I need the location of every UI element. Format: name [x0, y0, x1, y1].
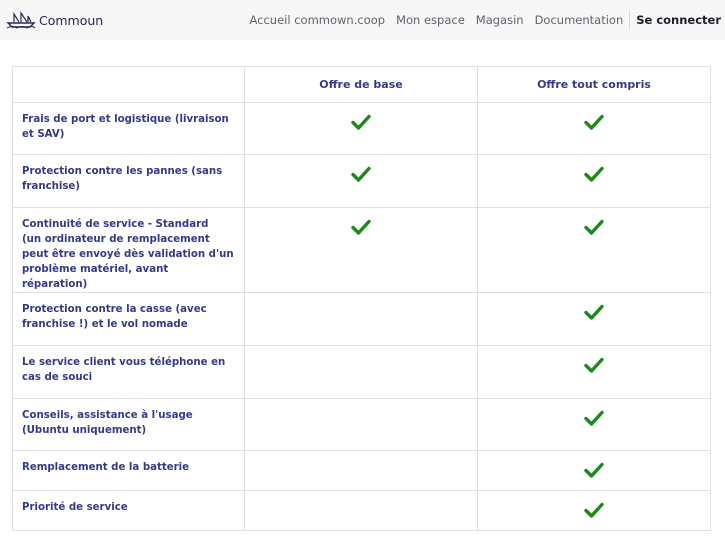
table-row: Remplacement de la batterie	[12, 450, 711, 491]
feature-label: Priorité de service	[22, 502, 128, 513]
nav-link-documentation[interactable]: Documentation	[535, 13, 624, 27]
feature-label: Protection contre la casse (avec franchi…	[22, 304, 207, 330]
feature-cell: Priorité de service	[12, 490, 245, 531]
table-row: Conseils, assistance à l'usage (Ubuntu u…	[12, 398, 711, 451]
offre-de-base-cell	[244, 207, 478, 293]
checkmark-icon	[584, 462, 604, 478]
checkmark-icon	[584, 219, 604, 235]
offre-de-base-cell	[244, 102, 478, 155]
checkmark-icon	[351, 219, 371, 235]
checkmark-icon	[351, 114, 371, 130]
feature-cell: Continuité de service - Standard (un ordi…	[12, 207, 245, 293]
table-row: Le service client vous téléphone en cas …	[12, 345, 711, 399]
checkmark-icon	[584, 114, 604, 130]
nav-link-accueil[interactable]: Accueil commown.coop	[249, 13, 385, 27]
feature-cell: Protection contre les pannes (sans franc…	[12, 154, 245, 208]
offre-tout-compris-cell	[477, 490, 711, 531]
offre-tout-compris-cell	[477, 102, 711, 155]
feature-cell: Remplacement de la batterie	[12, 450, 245, 491]
checkmark-icon	[584, 410, 604, 426]
table-row: Priorité de service	[12, 490, 711, 531]
column-header-offre-de-base: Offre de base	[244, 66, 478, 103]
table-header-row: Offre de base Offre tout compris	[12, 66, 711, 103]
offre-de-base-cell	[244, 490, 478, 531]
feature-label: Le service client vous téléphone en cas …	[22, 357, 226, 383]
feature-cell: Protection contre la casse (avec franchi…	[12, 292, 245, 346]
offre-tout-compris-cell	[477, 345, 711, 399]
table-row: Protection contre les pannes (sans franc…	[12, 154, 711, 208]
column-header-offre-tout-compris: Offre tout compris	[477, 66, 711, 103]
feature-label: Remplacement de la batterie	[22, 462, 190, 473]
offre-de-base-cell	[244, 345, 478, 399]
feature-cell: Conseils, assistance à l'usage (Ubuntu u…	[12, 398, 245, 451]
offre-tout-compris-cell	[477, 292, 711, 346]
checkmark-icon	[351, 166, 371, 182]
nav-link-mon-espace[interactable]: Mon espace	[396, 13, 465, 27]
offre-tout-compris-cell	[477, 398, 711, 451]
feature-cell: Le service client vous téléphone en cas …	[12, 345, 245, 399]
logo-text: Commoun	[39, 12, 104, 28]
feature-label: Continuité de service - Standard	[22, 219, 209, 230]
feature-label: Frais de port et logistique (livraison e…	[22, 114, 229, 140]
offre-de-base-cell	[244, 292, 478, 346]
column-header-feature	[12, 66, 245, 103]
feature-label: Conseils, assistance à l'usage (Ubuntu u…	[22, 410, 193, 436]
checkmark-icon	[584, 166, 604, 182]
offre-de-base-cell	[244, 398, 478, 451]
nav-link-magasin[interactable]: Magasin	[476, 13, 524, 27]
offre-de-base-cell	[244, 154, 478, 208]
nav-divider	[629, 10, 631, 30]
commown-logo[interactable]: Commoun	[6, 10, 103, 30]
feature-subtext: (un ordinateur de remplacement peut être…	[22, 234, 234, 290]
top-navbar: Commoun Accueil commown.coop Mon espace …	[0, 0, 725, 40]
main-nav: Accueil commown.coop Mon espace Magasin …	[238, 0, 721, 40]
table-row: Frais de port et logistique (livraison e…	[12, 102, 711, 155]
checkmark-icon	[584, 357, 604, 373]
checkmark-icon	[584, 502, 604, 518]
feature-cell: Frais de port et logistique (livraison e…	[12, 102, 245, 155]
offre-de-base-cell	[244, 450, 478, 491]
login-link[interactable]: Se connecter	[636, 13, 721, 27]
boat-logo-icon	[6, 11, 36, 29]
offre-tout-compris-cell	[477, 207, 711, 293]
offre-tout-compris-cell	[477, 450, 711, 491]
offers-comparison-table: Offre de base Offre tout compris Frais d…	[12, 66, 711, 531]
checkmark-icon	[584, 304, 604, 320]
table-row: Continuité de service - Standard (un ordi…	[12, 207, 711, 293]
offre-tout-compris-cell	[477, 154, 711, 208]
feature-label: Protection contre les pannes (sans franc…	[22, 166, 223, 192]
table-row: Protection contre la casse (avec franchi…	[12, 292, 711, 346]
